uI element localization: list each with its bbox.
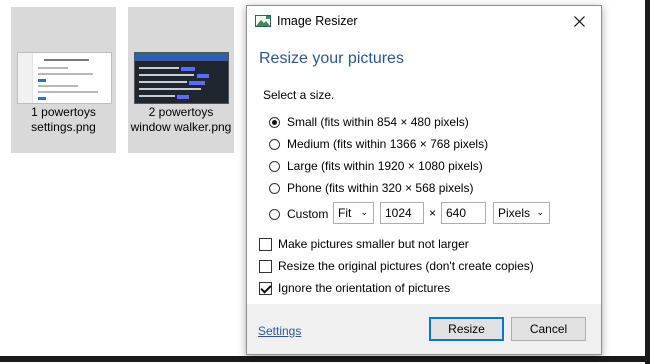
- size-option-custom[interactable]: Custom: [269, 205, 328, 223]
- custom-height-input[interactable]: 640: [441, 202, 486, 224]
- file-thumbnail: [134, 52, 229, 104]
- unit-value: Pixels: [498, 206, 531, 220]
- checkbox[interactable]: [259, 237, 272, 251]
- fit-mode-value: Fit: [338, 206, 352, 220]
- option-label: Resize the original pictures (don't crea…: [278, 259, 534, 273]
- size-option-label: Small (fits within 854 × 480 pixels): [287, 115, 469, 129]
- title-bar[interactable]: Image Resizer: [247, 6, 601, 36]
- size-option-phone[interactable]: Phone (fits within 320 × 568 pixels): [269, 179, 473, 197]
- dialog-heading: Resize your pictures: [259, 50, 404, 67]
- radio-button[interactable]: [269, 182, 280, 194]
- unit-dropdown[interactable]: Pixels ⌄: [493, 202, 550, 224]
- checkbox[interactable]: [259, 281, 272, 295]
- size-option-label: Large (fits within 1920 × 1080 pixels): [287, 159, 483, 173]
- size-option-label: Phone (fits within 320 × 568 pixels): [287, 181, 474, 195]
- option-replace-originals[interactable]: Resize the original pictures (don't crea…: [259, 258, 534, 274]
- image-resizer-dialog: Image Resizer Resize your pictures Selec…: [246, 5, 602, 355]
- dialog-footer: Settings Resize Cancel: [247, 304, 601, 354]
- custom-width-input[interactable]: 1024: [380, 202, 424, 224]
- window-edge-bottom: [0, 356, 650, 362]
- resize-button[interactable]: Resize: [429, 317, 504, 341]
- image-resizer-app-icon: [255, 15, 271, 27]
- size-prompt: Select a size.: [263, 88, 335, 102]
- close-button[interactable]: [557, 6, 601, 36]
- checkbox[interactable]: [259, 259, 272, 273]
- size-option-label: Custom: [287, 207, 329, 221]
- chevron-down-icon: ⌄: [536, 207, 544, 217]
- file-name: 1 powertoys settings.png: [31, 105, 96, 134]
- size-option-medium[interactable]: Medium (fits within 1366 × 768 pixels): [269, 135, 488, 153]
- size-option-label: Medium (fits within 1366 × 768 pixels): [287, 137, 489, 151]
- cancel-button[interactable]: Cancel: [511, 317, 586, 341]
- radio-button[interactable]: [269, 208, 280, 220]
- size-option-large[interactable]: Large (fits within 1920 × 1080 pixels): [269, 157, 483, 175]
- option-label: Ignore the orientation of pictures: [278, 281, 451, 295]
- settings-link[interactable]: Settings: [258, 324, 301, 338]
- file-name: 2 powertoys window walker.png: [130, 105, 232, 134]
- file-item-powertoys-settings[interactable]: 1 powertoys settings.png: [11, 7, 116, 153]
- window-edge-right: [645, 0, 650, 364]
- window-title: Image Resizer: [277, 14, 358, 28]
- option-shrink-only[interactable]: Make pictures smaller but not larger: [259, 236, 469, 252]
- file-thumbnail: [17, 52, 112, 104]
- radio-button[interactable]: [269, 160, 280, 172]
- radio-button[interactable]: [269, 116, 280, 128]
- dimension-separator: ×: [429, 206, 437, 220]
- close-icon: [573, 15, 585, 27]
- chevron-down-icon: ⌄: [360, 207, 368, 217]
- option-label: Make pictures smaller but not larger: [278, 237, 469, 251]
- size-option-small[interactable]: Small (fits within 854 × 480 pixels): [269, 113, 469, 131]
- option-ignore-orientation[interactable]: Ignore the orientation of pictures: [259, 280, 450, 296]
- radio-button[interactable]: [269, 138, 280, 150]
- file-item-powertoys-window-walker[interactable]: 2 powertoys window walker.png: [128, 7, 234, 153]
- fit-mode-dropdown[interactable]: Fit ⌄: [333, 202, 374, 224]
